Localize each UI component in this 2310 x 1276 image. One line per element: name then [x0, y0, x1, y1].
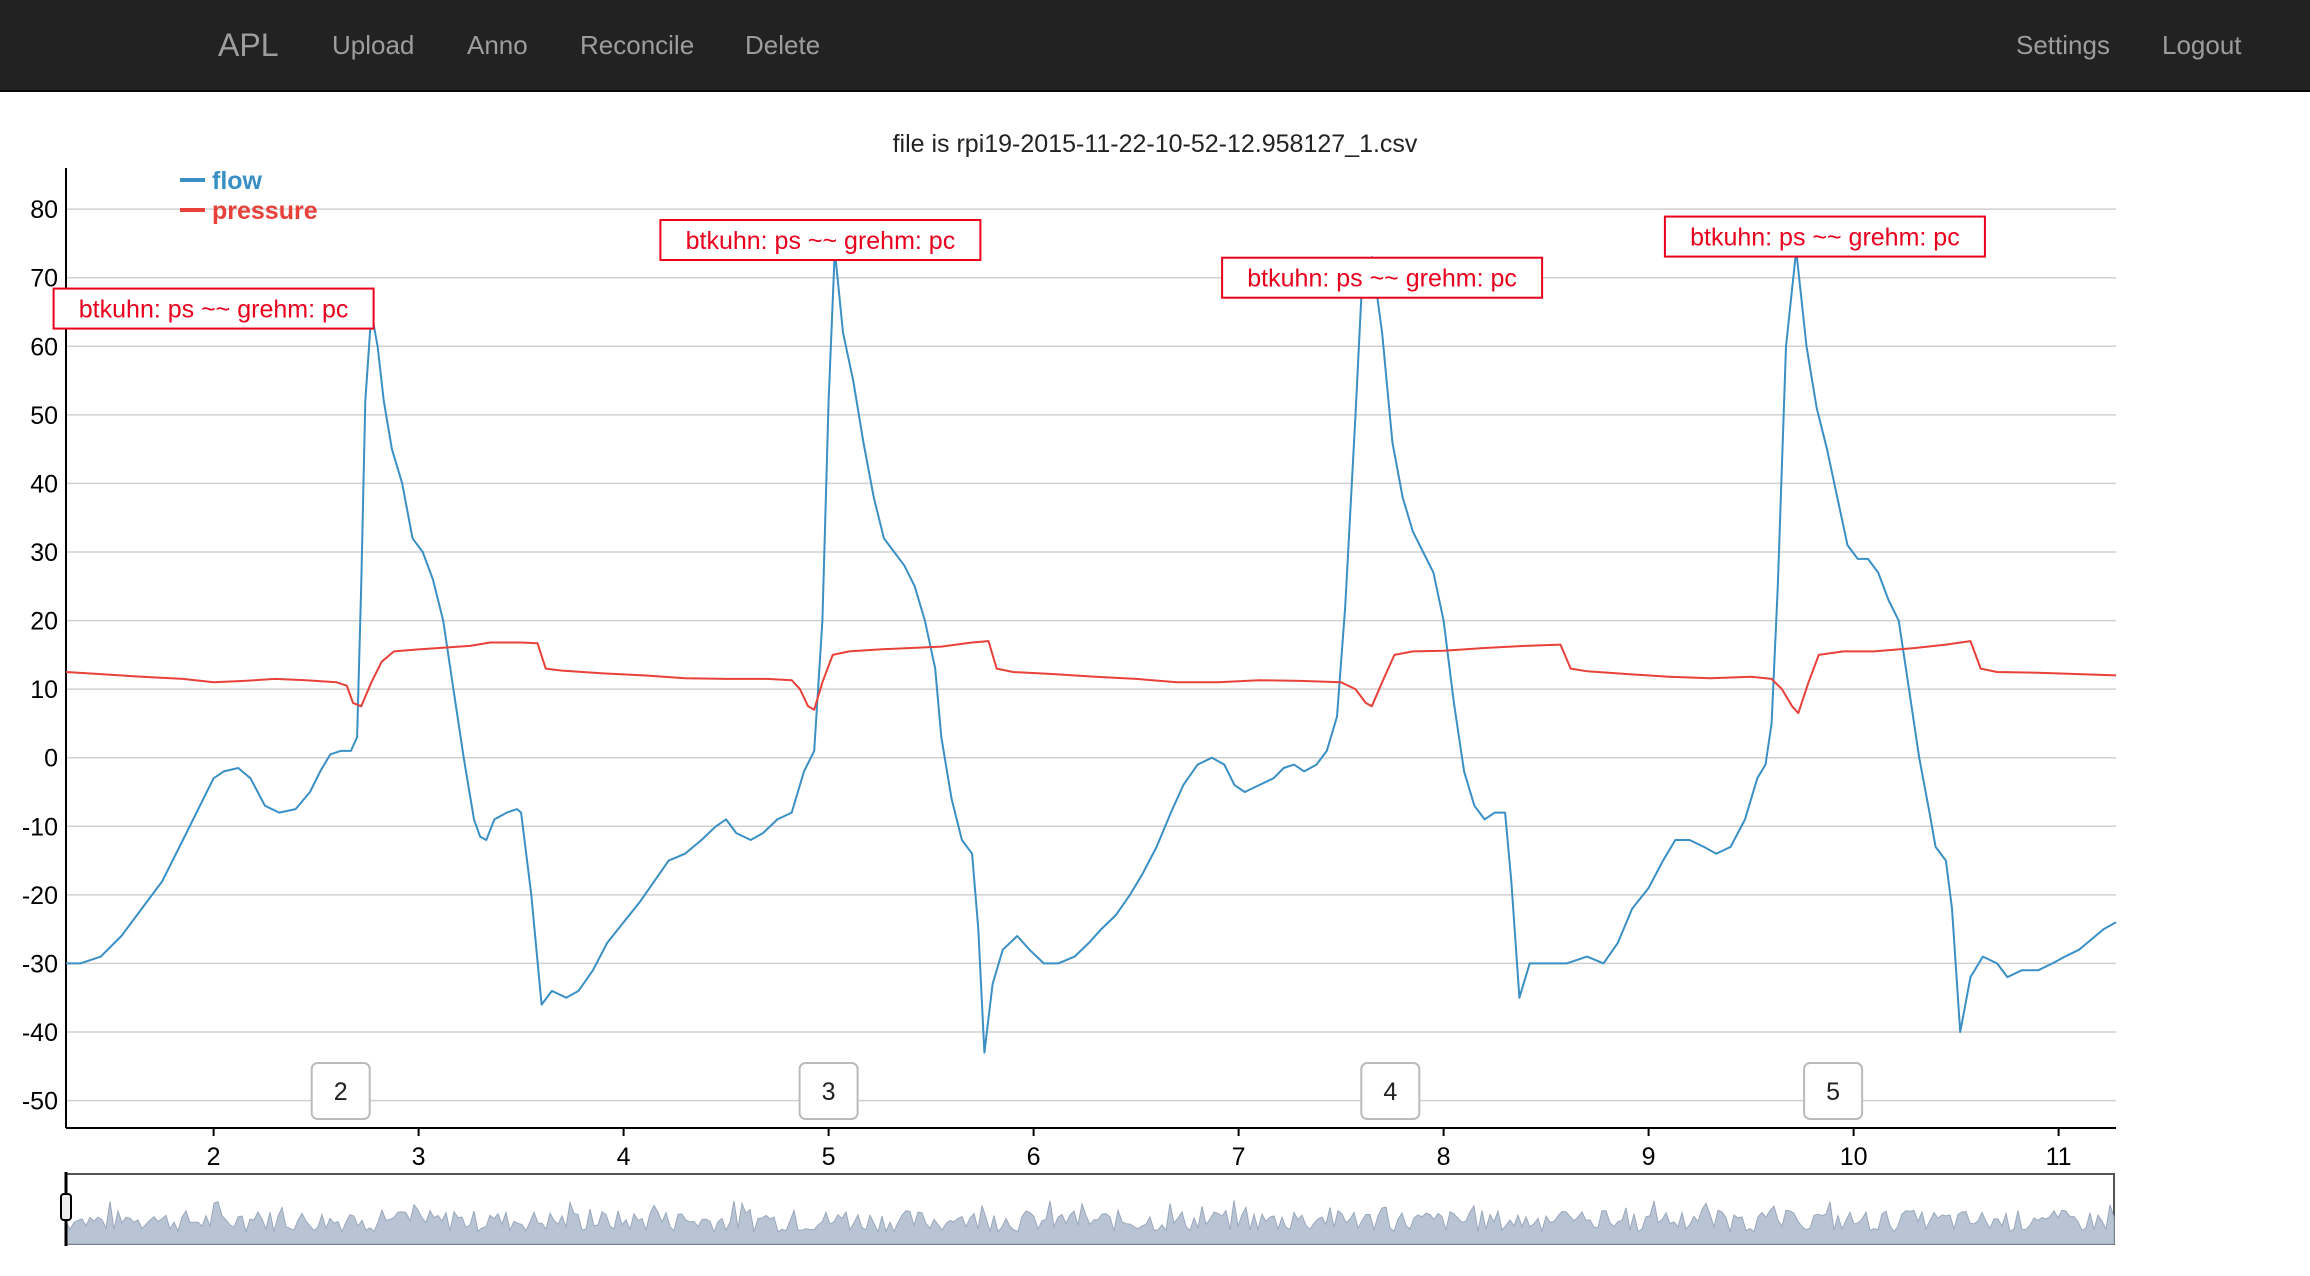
- annotation-box[interactable]: btkuhn: ps ~~ grehm: pc: [659, 219, 982, 261]
- legend: flowpressure: [180, 167, 318, 225]
- y-tick-label: 0: [44, 745, 58, 773]
- x-tick-label: 2: [207, 1143, 221, 1171]
- y-tick-label: -10: [22, 813, 58, 841]
- annotation-text: btkuhn: ps ~~ grehm: pc: [1690, 224, 1960, 252]
- annotation-text: btkuhn: ps ~~ grehm: pc: [686, 227, 956, 255]
- overview-brush[interactable]: [60, 1172, 2115, 1246]
- annotations: btkuhn: ps ~~ grehm: pc btkuhn: ps ~~ gre…: [52, 215, 1986, 330]
- x-tick-label: 4: [617, 1143, 631, 1171]
- breath-marker[interactable]: 3: [798, 1062, 859, 1120]
- grid-lines: [66, 208, 2116, 1102]
- x-tick-label: 3: [412, 1143, 426, 1171]
- legend-label-pressure: pressure: [212, 197, 318, 225]
- x-tick-label: 6: [1027, 1143, 1041, 1171]
- x-tick-label: 11: [2046, 1143, 2072, 1171]
- breath-marker[interactable]: 4: [1360, 1062, 1421, 1120]
- breath-marker-label: 5: [1826, 1078, 1840, 1106]
- y-tick-label: -30: [22, 950, 58, 978]
- series-lines: [65, 249, 2117, 1054]
- x-tick-label: 9: [1642, 1143, 1656, 1171]
- annotation-text: btkuhn: ps ~~ grehm: pc: [1247, 265, 1517, 293]
- annotation-box[interactable]: btkuhn: ps ~~ grehm: pc: [52, 287, 375, 330]
- y-tick-label: 50: [30, 402, 58, 430]
- breath-marker[interactable]: 2: [310, 1062, 371, 1120]
- flow-pressure-chart[interactable]: 80706050403020100-10-20-30-40-502 3 4 5 6 7 8 9…: [0, 0, 2310, 1276]
- y-tick-label: 30: [30, 539, 58, 567]
- series-line-flow: [66, 249, 2117, 1054]
- x-tick-label: 5: [822, 1143, 836, 1171]
- y-tick-label: 40: [30, 470, 58, 498]
- series-line-pressure: [65, 640, 2117, 715]
- x-tick-label: 7: [1232, 1143, 1246, 1171]
- breath-marker-label: 2: [334, 1078, 348, 1106]
- y-tick-label: -20: [22, 882, 58, 910]
- annotation-text: btkuhn: ps ~~ grehm: pc: [79, 296, 349, 324]
- brush-handle[interactable]: [60, 1193, 72, 1221]
- breath-markers: 2 3 4 5: [310, 1062, 1864, 1120]
- breath-marker[interactable]: 5: [1803, 1062, 1864, 1120]
- x-tick-label: 10: [1840, 1143, 1868, 1171]
- x-tick-label: 8: [1437, 1143, 1451, 1171]
- y-tick-label: -50: [22, 1088, 58, 1116]
- y-tick-label: -40: [22, 1019, 58, 1047]
- y-tick-label: 10: [30, 676, 58, 704]
- legend-label-flow: flow: [212, 167, 263, 195]
- annotation-box[interactable]: btkuhn: ps ~~ grehm: pc: [1221, 256, 1544, 299]
- y-tick-label: 80: [30, 196, 58, 224]
- y-tick-label: 60: [30, 333, 58, 361]
- breath-marker-label: 3: [822, 1078, 836, 1106]
- annotation-box[interactable]: btkuhn: ps ~~ grehm: pc: [1663, 215, 1986, 258]
- breath-marker-label: 4: [1383, 1078, 1397, 1106]
- y-tick-label: 20: [30, 608, 58, 636]
